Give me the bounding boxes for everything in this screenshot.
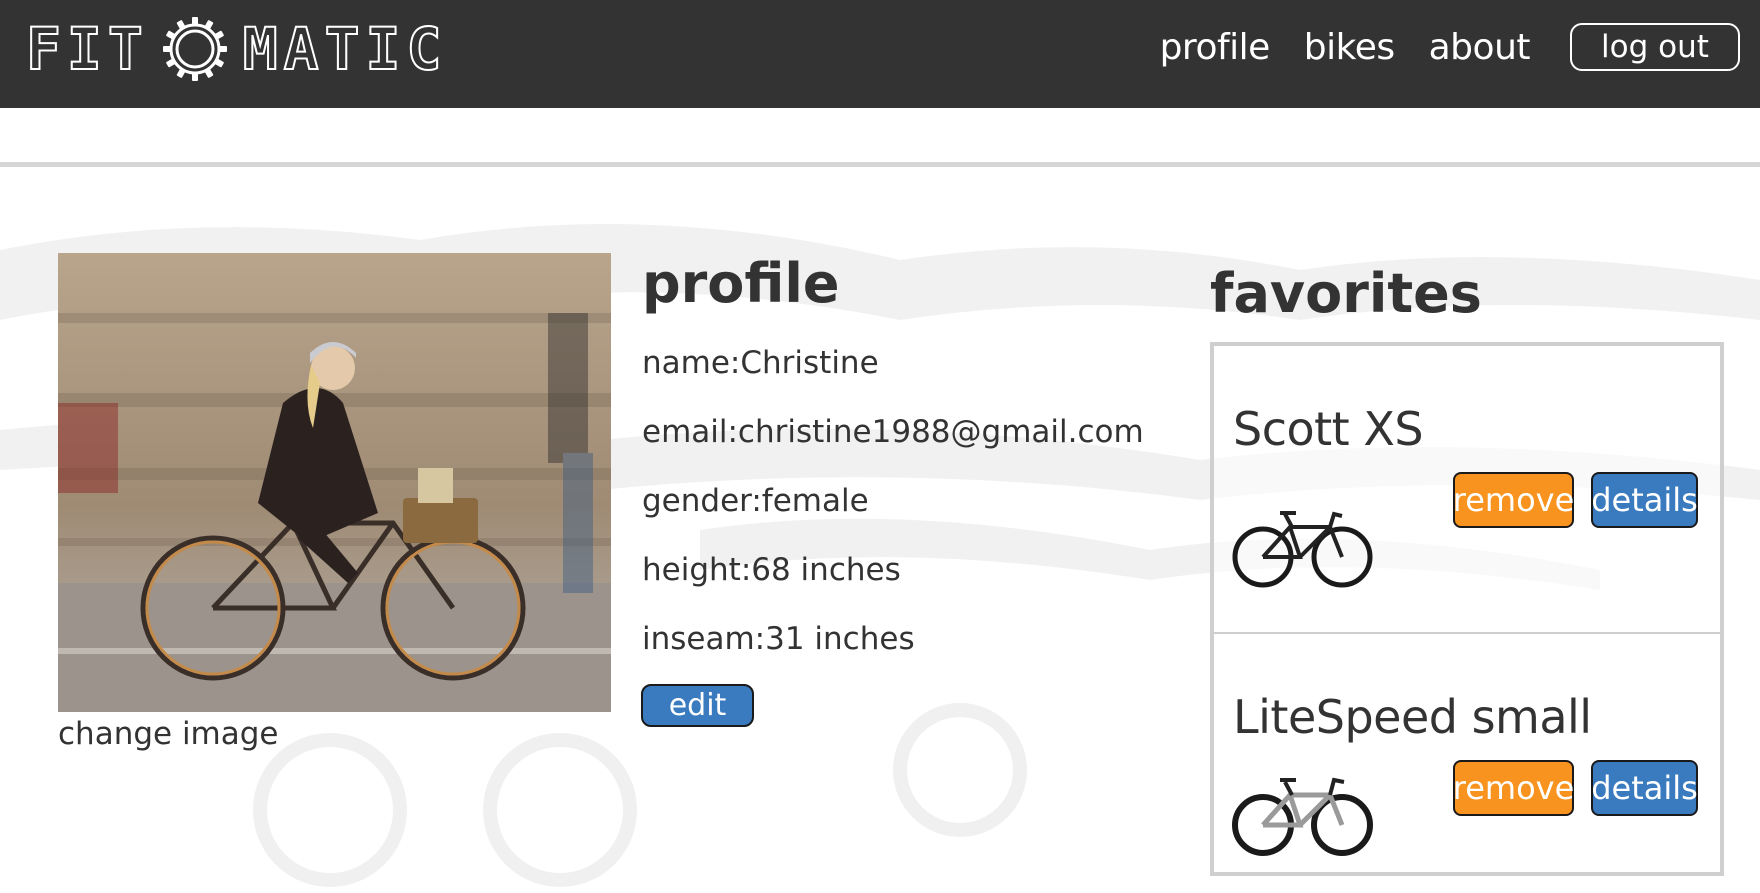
road-bike-image (1232, 511, 1373, 588)
edit-profile-button[interactable]: edit (641, 684, 754, 727)
bike-name: LiteSpeed small (1233, 690, 1592, 744)
profile-heading: profile (642, 252, 840, 315)
header-divider (0, 162, 1760, 167)
favorite-item: LiteSpeed small remove details (1214, 632, 1720, 893)
remove-favorite-button[interactable]: remove (1453, 760, 1574, 816)
profile-inseam: inseam:31 inches (642, 621, 915, 657)
profile-gender: gender:female (642, 483, 869, 519)
change-image-link[interactable]: change image (58, 716, 279, 752)
profile-name: name:Christine (642, 345, 879, 381)
nav-profile[interactable]: profile (1160, 27, 1271, 68)
nav-about[interactable]: about (1429, 27, 1531, 68)
profile-photo (58, 253, 611, 712)
profile-height: height:68 inches (642, 552, 901, 588)
fitomatic-logo[interactable]: FIT MATIC (25, 15, 448, 83)
favorite-item: Scott XS remove details (1214, 346, 1720, 632)
bike-details-button[interactable]: details (1591, 760, 1698, 816)
bike-name: Scott XS (1233, 402, 1424, 456)
profile-email: email:christine1988@gmail.com (642, 414, 1144, 450)
logo-text-right: MATIC (242, 15, 448, 83)
nav-bikes[interactable]: bikes (1304, 27, 1395, 68)
remove-favorite-button[interactable]: remove (1453, 472, 1574, 528)
logo-text-left: FIT (25, 15, 149, 83)
cyclist-photo (58, 253, 611, 712)
chainring-icon (162, 17, 227, 81)
main-nav: profile bikes about log out (1126, 18, 1740, 76)
logout-button[interactable]: log out (1570, 23, 1740, 71)
bike-details-button[interactable]: details (1591, 472, 1698, 528)
favorites-heading: favorites (1210, 262, 1482, 325)
road-bike-image (1232, 777, 1373, 856)
top-navbar: FIT MATIC profile bikes about log out (0, 0, 1760, 108)
favorites-list: Scott XS remove details LiteSpeed small (1210, 342, 1724, 876)
